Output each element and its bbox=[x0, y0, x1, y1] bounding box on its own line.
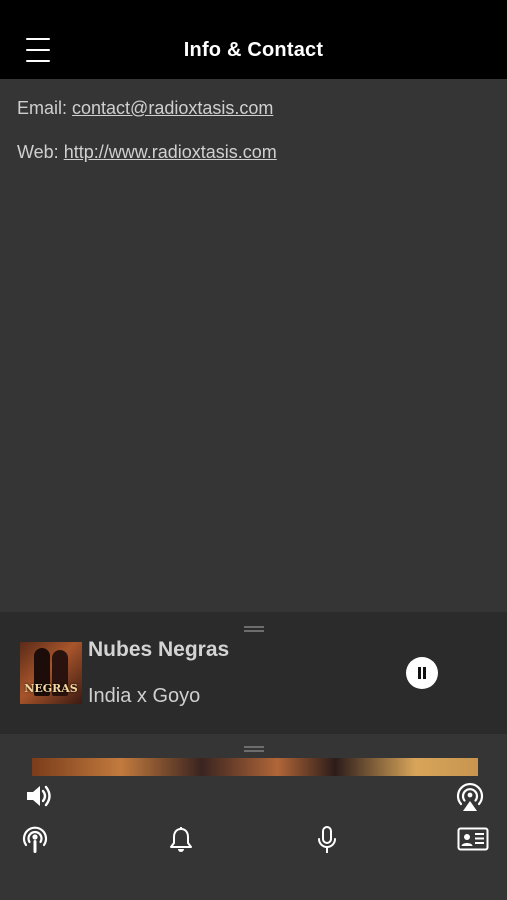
bell-icon[interactable] bbox=[168, 826, 194, 854]
drag-handle-icon[interactable] bbox=[244, 626, 264, 632]
song-title: Nubes Negras bbox=[88, 638, 230, 661]
pause-button[interactable] bbox=[406, 657, 438, 689]
microphone-icon[interactable] bbox=[315, 825, 339, 855]
now-playing-bar[interactable]: NEGRAS Nubes Negras India x Goyo bbox=[0, 612, 507, 734]
album-art-text: NEGRAS bbox=[24, 682, 78, 695]
app-header: Info & Contact bbox=[0, 0, 507, 79]
contact-info: Email: contact@radioxtasis.com Web: http… bbox=[17, 96, 277, 184]
artist-name: India x Goyo bbox=[88, 685, 201, 707]
album-art: NEGRAS bbox=[20, 642, 82, 704]
email-label: Email: bbox=[17, 98, 73, 118]
drag-handle-icon[interactable] bbox=[244, 746, 264, 752]
page-title: Info & Contact bbox=[183, 39, 324, 61]
web-label: Web: bbox=[17, 142, 64, 162]
email-row: Email: contact@radioxtasis.com bbox=[17, 96, 277, 140]
web-row: Web: http://www.radioxtasis.com bbox=[17, 140, 277, 184]
email-link[interactable]: contact@radioxtasis.com bbox=[72, 98, 273, 118]
airplay-icon[interactable] bbox=[454, 780, 486, 812]
web-link[interactable]: http://www.radioxtasis.com bbox=[64, 142, 277, 162]
banner-image bbox=[32, 758, 478, 776]
contact-card-icon[interactable] bbox=[457, 827, 489, 851]
volume-icon[interactable] bbox=[24, 782, 54, 810]
bottom-bar bbox=[0, 734, 507, 900]
podcast-icon[interactable] bbox=[21, 825, 49, 855]
